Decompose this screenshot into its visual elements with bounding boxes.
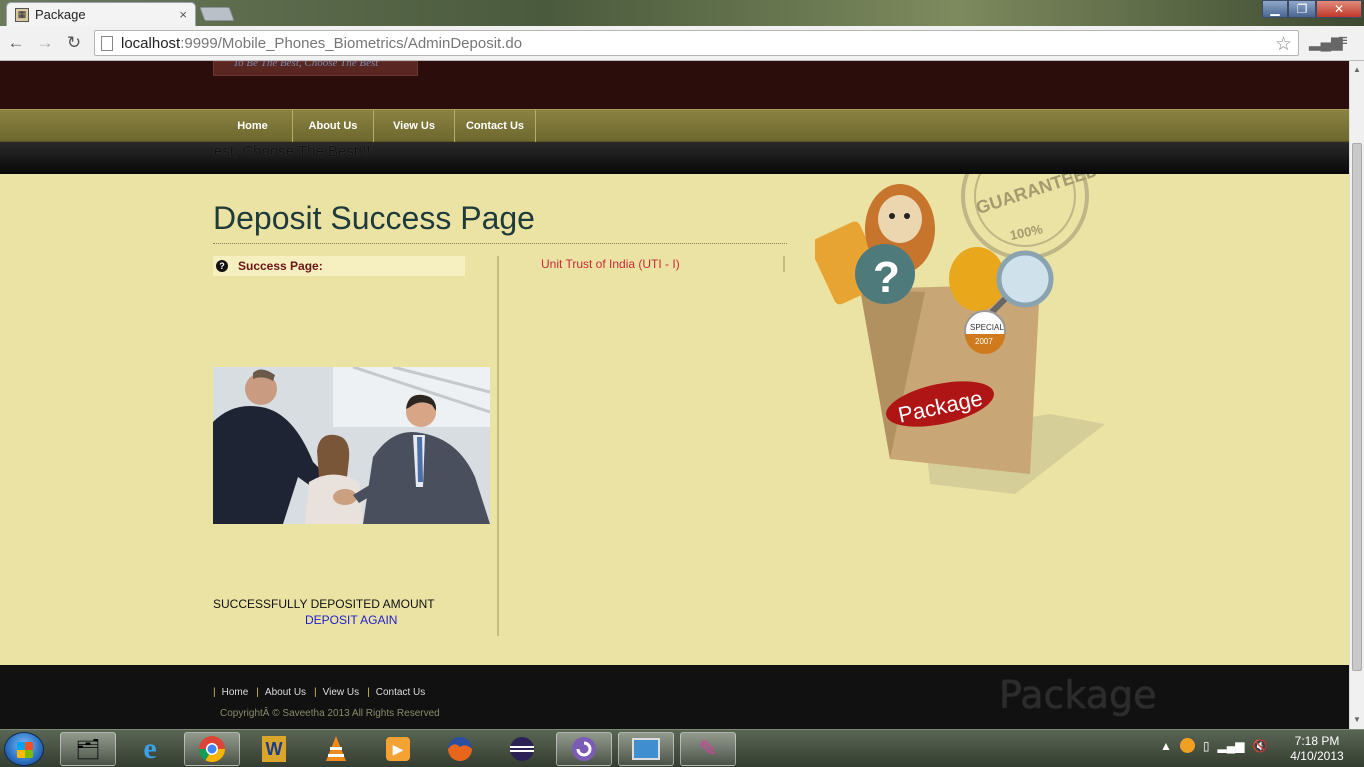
footer-link-contact-us[interactable]: Contact Us (376, 687, 425, 698)
volume-muted-icon[interactable]: 🔇 (1252, 739, 1267, 753)
chrome-icon[interactable] (184, 732, 240, 766)
page-favicon-icon: ▦ (15, 7, 29, 22)
deposit-again-link[interactable]: DEPOSIT AGAIN (305, 613, 397, 627)
nav-view-us[interactable]: View Us (374, 110, 455, 142)
site-header: To Be The Best, Choose The Best (0, 61, 1349, 109)
page-title: Deposit Success Page (213, 200, 535, 236)
firefox-icon[interactable] (432, 732, 488, 766)
stamp-text: GUARANTEED (973, 174, 1100, 218)
windows-explorer-icon[interactable]: 🗂 (60, 732, 116, 766)
remote-desktop-icon[interactable] (618, 732, 674, 766)
windows-logo-icon (17, 742, 33, 758)
bank-name: Unit Trust of India (UTI - I) (541, 257, 680, 271)
menu-icon[interactable]: ≡ (1338, 31, 1348, 51)
scrollbar-thumb[interactable] (1352, 143, 1362, 671)
column-divider-right (783, 256, 785, 272)
vlc-icon[interactable] (308, 732, 364, 766)
bittorrent-icon[interactable] (556, 732, 612, 766)
scroll-down-arrow-icon[interactable]: ▼ (1353, 715, 1361, 724)
system-clock[interactable]: 7:18 PM 4/10/2013 (1282, 734, 1352, 764)
nav-about-us[interactable]: About Us (293, 110, 374, 142)
heading-divider (213, 243, 787, 244)
url-path: :9999/Mobile_Phones_Biometrics/AdminDepo… (180, 34, 523, 52)
browser-toolbar: ← → ↻ localhost :9999/Mobile_Phones_Biom… (0, 26, 1364, 61)
address-bar[interactable]: localhost :9999/Mobile_Phones_Biometrics… (94, 30, 1299, 56)
browser-titlebar: ▦ Package × ▁ ❐ ✕ (0, 0, 1364, 26)
url-host: localhost (121, 34, 181, 52)
footer-links: | Home | About Us | View Us | Contact Us (213, 687, 426, 698)
vertical-scrollbar[interactable]: ▲ ▼ (1349, 61, 1364, 729)
column-divider (497, 256, 499, 636)
browser-tab[interactable]: ▦ Package × (6, 2, 196, 26)
marquee-bar: est, Choose The Best!!! (0, 142, 1349, 174)
svg-text:?: ? (873, 253, 900, 302)
word-icon[interactable]: W (246, 732, 302, 766)
forward-arrow-icon[interactable]: → (34, 32, 56, 54)
tab-close-icon[interactable]: × (179, 7, 187, 22)
marquee-text: est, Choose The Best!!! (214, 143, 371, 160)
network-signal-icon[interactable]: ▂▄▆ (1218, 739, 1245, 753)
windows-taskbar: 🗂 e W ▶ ✎ ▲ ▯ ▂▄▆ 🔇 7:18 PM 4/10/2013 (0, 729, 1364, 767)
site-footer: | Home | About Us | View Us | Contact Us Cop… (0, 665, 1349, 729)
site-tagline: To Be The Best, Choose The Best (233, 61, 379, 69)
badge-line1: SPECIAL (970, 323, 1004, 332)
bookmark-star-icon[interactable]: ☆ (1275, 33, 1292, 56)
main-content: Deposit Success Page ? Success Page: Uni… (0, 132, 1349, 665)
site-nav: Home About Us View Us Contact Us (0, 109, 1349, 142)
page-viewport: To Be The Best, Choose The Best Home Abo… (0, 61, 1349, 729)
eclipse-icon[interactable] (494, 732, 550, 766)
internet-explorer-icon[interactable]: e (122, 732, 178, 766)
package-bag-illustration: GUARANTEED 100% ? SPECIAL 2007 Package (809, 132, 1115, 494)
reload-icon[interactable]: ↻ (63, 32, 85, 54)
stamp-subtext: 100% (1008, 221, 1044, 243)
media-player-icon[interactable]: ▶ (370, 732, 426, 766)
paint-tool-icon[interactable]: ✎ (680, 732, 736, 766)
scroll-up-arrow-icon[interactable]: ▲ (1353, 65, 1361, 74)
footer-link-view-us[interactable]: View Us (323, 687, 360, 698)
start-button[interactable] (4, 732, 44, 766)
system-tray: ▲ ▯ ▂▄▆ 🔇 (1160, 738, 1267, 753)
clock-time: 7:18 PM (1294, 734, 1340, 748)
minimize-button[interactable]: ▁ (1262, 0, 1288, 18)
question-icon: ? (216, 260, 228, 272)
success-label-box: ? Success Page: (213, 256, 465, 276)
business-handshake-image (213, 367, 490, 524)
battery-icon[interactable]: ▯ (1203, 739, 1210, 753)
page-icon (101, 35, 113, 51)
tab-title: Package (35, 7, 86, 22)
footer-link-home[interactable]: Home (222, 687, 249, 698)
footer-logo: Package (999, 673, 1157, 717)
badge-line2: 2007 (975, 337, 993, 346)
nav-contact-us[interactable]: Contact Us (455, 110, 536, 142)
clock-date: 4/10/2013 (1290, 749, 1344, 763)
footer-link-about-us[interactable]: About Us (265, 687, 306, 698)
maximize-button[interactable]: ❐ (1288, 0, 1316, 18)
nav-home[interactable]: Home (213, 110, 293, 142)
success-message: SUCCESSFULLY DEPOSITED AMOUNT (213, 597, 435, 611)
back-arrow-icon[interactable]: ← (5, 32, 27, 54)
update-icon[interactable] (1179, 738, 1195, 753)
close-window-button[interactable]: ✕ (1316, 0, 1362, 18)
window-controls: ▁ ❐ ✕ (1262, 0, 1362, 18)
new-tab-button[interactable] (199, 7, 235, 21)
copyright-text: CopyrightÂ © Saveetha 2013 All Rights Re… (220, 708, 440, 719)
success-label: Success Page: (238, 259, 323, 273)
show-hidden-icons-icon[interactable]: ▲ (1160, 739, 1172, 753)
